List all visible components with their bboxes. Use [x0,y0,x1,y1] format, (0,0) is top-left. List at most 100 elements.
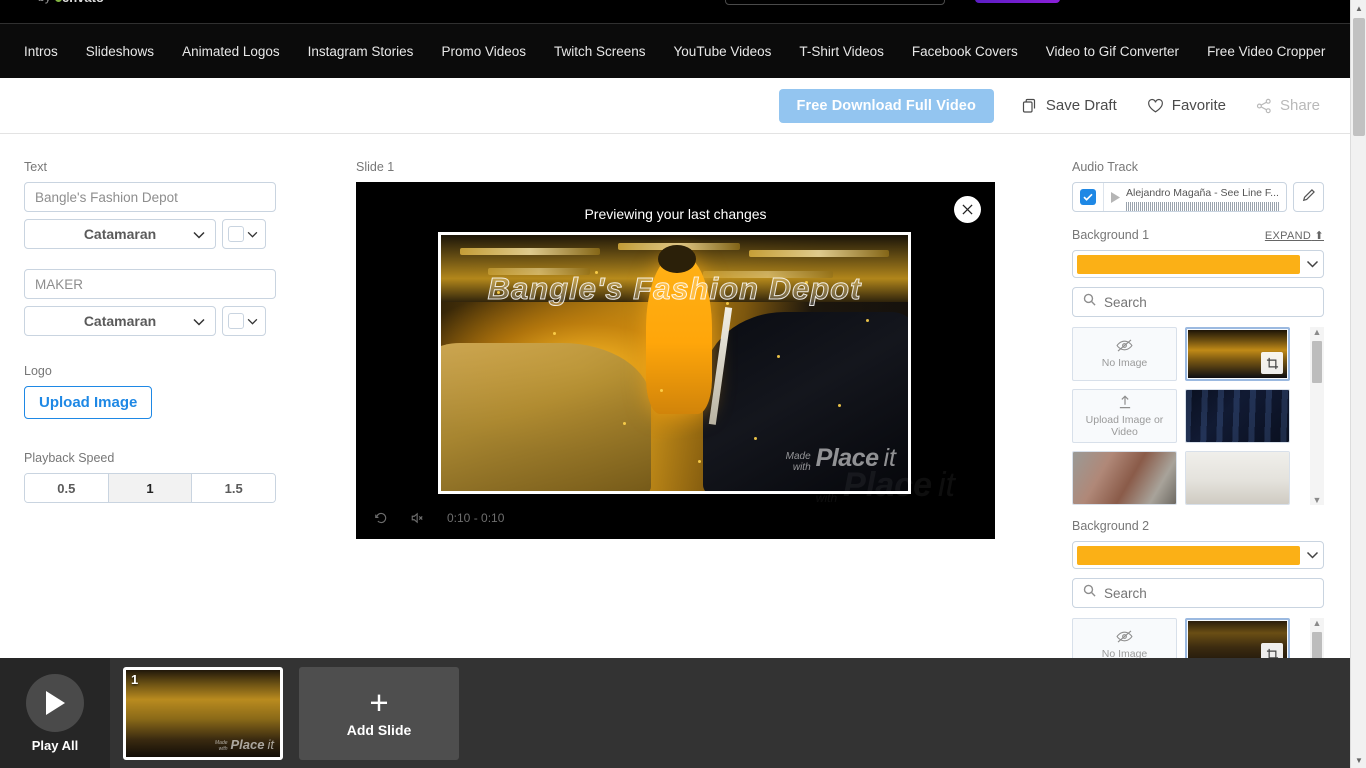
thumb-image-brick [1073,452,1176,504]
background2-search[interactable] [1072,578,1324,608]
background-options-panel: Audio Track Alejandro Magaña - See Line … [1072,160,1324,734]
logo-section-label: Logo [24,364,52,378]
ghost-watermark-it: it [938,466,955,504]
brand-name: envato [62,0,104,5]
page-scroll-down-icon[interactable]: ▼ [1351,752,1366,768]
scroll-up-icon[interactable]: ▲ [1313,618,1322,628]
watermark-place: Place [815,444,879,472]
background1-thumb-scrollbar[interactable]: ▲ ▼ [1310,327,1324,505]
thumb-no-image[interactable]: No Image [1072,327,1177,381]
thumb-garage-selected[interactable] [1185,327,1290,381]
background2-color-select[interactable] [1072,541,1324,569]
page-scroll-up-icon[interactable]: ▲ [1351,0,1366,16]
audio-play-icon[interactable] [1104,191,1126,203]
font-select-line2-label: Catamaran [83,313,157,329]
editor-main: Text Catamaran [0,135,1350,734]
color-select-line1[interactable] [222,219,266,249]
watermark-made: Made [785,451,811,462]
nav-item-tshirt-videos[interactable]: T-Shirt Videos [799,44,884,59]
thumb-upload[interactable]: Upload Image or Video [1072,389,1177,443]
brand-prefix: by [38,0,51,4]
placeit-watermark: Made with Place it [786,444,896,473]
font-select-line1[interactable]: Catamaran [24,219,216,249]
slide-label: Slide 1 [356,160,395,174]
text-line2-style-row: Catamaran [24,306,284,336]
speed-option-1.5[interactable]: 1.5 [192,474,275,502]
nav-item-video-to-gif[interactable]: Video to Gif Converter [1046,44,1179,59]
scroll-up-icon[interactable]: ▲ [1313,327,1322,337]
video-player[interactable]: Previewing your last changes Bangle's Fa… [356,182,995,539]
slide-strip: 1 Made with Place it + Add Slide [110,658,1366,768]
upload-image-button[interactable]: Upload Image [24,386,153,419]
thumb-image-room [1186,452,1289,504]
text-line2-input[interactable] [24,269,276,299]
chevron-down-icon [1306,546,1319,564]
color-select-line2[interactable] [222,306,266,336]
close-icon[interactable] [954,196,981,223]
site-search-input[interactable] [725,0,945,5]
play-all-button[interactable]: Play All [0,673,110,753]
add-slide-button[interactable]: + Add Slide [299,666,459,760]
crop-icon[interactable] [1261,352,1283,374]
heart-icon [1147,98,1164,114]
page-scrollbar[interactable]: ▲ ▼ [1350,0,1366,768]
slide-watermark-place: Place [230,736,265,752]
scroll-thumb[interactable] [1312,341,1322,383]
preview-panel: Slide 1 Previewing your last changes Ban… [356,160,995,539]
share-button[interactable]: Share [1256,97,1320,114]
site-cta-button[interactable] [975,0,1060,3]
background2-label: Background 2 [1072,519,1150,533]
favorite-button[interactable]: Favorite [1147,97,1226,114]
nav-item-facebook-covers[interactable]: Facebook Covers [912,44,1018,59]
page-scroll-thumb[interactable] [1353,18,1365,136]
pencil-icon [1302,188,1316,207]
nav-item-twitch-screens[interactable]: Twitch Screens [554,44,646,59]
save-draft-button[interactable]: Save Draft [1022,97,1117,114]
font-select-line2[interactable]: Catamaran [24,306,216,336]
speed-option-1[interactable]: 1 [108,474,193,502]
no-image-icon [1116,339,1133,355]
save-draft-label: Save Draft [1045,97,1117,114]
background1-color-select[interactable] [1072,250,1324,278]
background1-color-swatch [1077,254,1300,274]
nav-item-animated-logos[interactable]: Animated Logos [182,44,280,59]
search-icon [1083,584,1096,602]
mute-icon[interactable] [410,511,425,525]
background2-search-input[interactable] [1104,585,1313,601]
no-image-label: No Image [1101,357,1148,369]
chevron-down-icon [1306,255,1319,273]
background1-search-input[interactable] [1104,294,1313,310]
nav-item-slideshows[interactable]: Slideshows [86,44,154,59]
nav-item-intros[interactable]: Intros [24,44,58,59]
slide-number: 1 [131,671,139,687]
free-download-button[interactable]: Free Download Full Video [778,88,994,123]
nav-item-youtube-videos[interactable]: YouTube Videos [674,44,772,59]
background1-thumb-grid: No Image Upload Image or Video ▲ ▼ [1072,327,1324,505]
scroll-down-icon[interactable]: ▼ [1313,495,1322,505]
background1-header: Background 1 EXPAND ⬆ [1072,228,1324,242]
upload-label: Upload Image or Video [1085,413,1164,438]
audio-enabled-checkbox[interactable] [1080,189,1096,205]
speed-option-0.5[interactable]: 0.5 [25,474,109,502]
nav-item-free-video-cropper[interactable]: Free Video Cropper [1207,44,1325,59]
edit-audio-button[interactable] [1293,182,1324,212]
search-icon [1083,293,1096,311]
nav-item-promo-videos[interactable]: Promo Videos [441,44,526,59]
slide-thumbnail-1[interactable]: 1 Made with Place it [123,666,283,760]
expand-button[interactable]: EXPAND ⬆ [1265,229,1324,242]
background1-search[interactable] [1072,287,1324,317]
text-line1-input[interactable] [24,182,276,212]
thumb-brick[interactable] [1072,451,1177,505]
thumb-code[interactable] [1185,389,1290,443]
thumb-room[interactable] [1185,451,1290,505]
audio-track-box[interactable]: Alejandro Magaña - See Line F... [1072,182,1287,212]
replay-icon[interactable] [374,511,388,525]
upload-icon [1118,394,1132,412]
nav-item-instagram-stories[interactable]: Instagram Stories [308,44,414,59]
add-slide-label: Add Slide [346,721,412,738]
site-top-strip: by envato [0,0,1350,23]
text-line1-style-row: Catamaran [24,219,284,249]
chevron-down-icon [193,313,205,329]
audio-track-label: Audio Track [1072,160,1139,174]
playback-speed-label: Playback Speed [24,451,115,465]
